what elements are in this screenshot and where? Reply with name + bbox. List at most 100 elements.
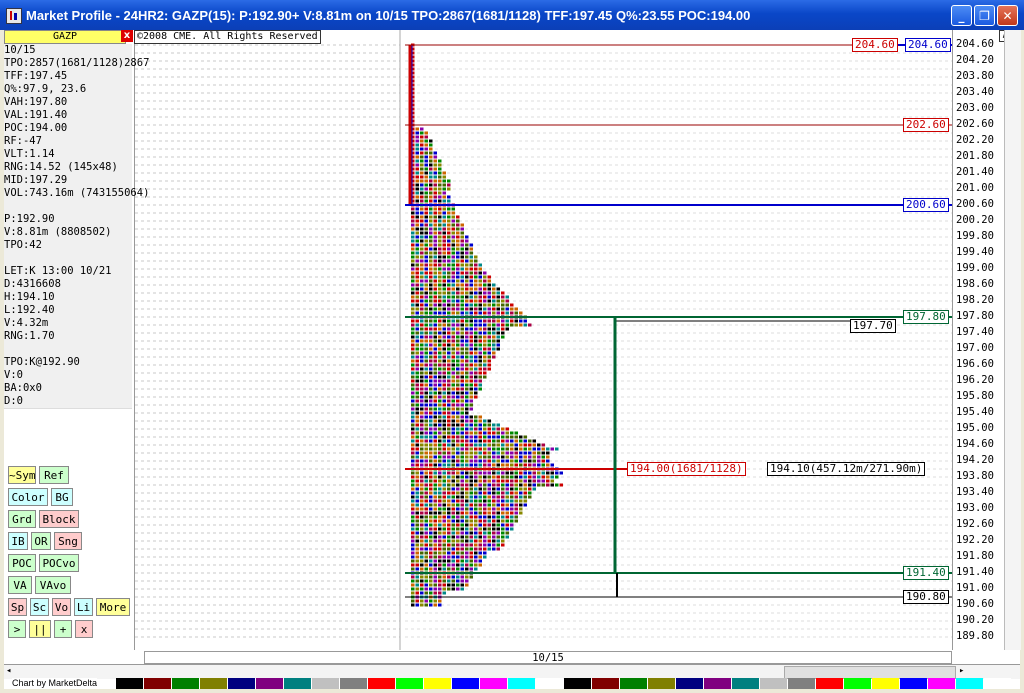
tool-button-[interactable]: +	[54, 620, 72, 638]
color-swatch[interactable]	[564, 678, 591, 689]
color-swatch[interactable]	[956, 678, 983, 689]
symbol-close-icon[interactable]: x	[121, 30, 133, 42]
color-swatch[interactable]	[200, 678, 227, 689]
symbol-box[interactable]: GAZP	[4, 30, 126, 44]
horizontal-scrollbar[interactable]: ◂ ▸	[4, 664, 1020, 679]
tpo-mark	[438, 319, 442, 323]
tpo-mark	[424, 183, 428, 187]
tpo-mark	[465, 303, 469, 307]
tpo-mark	[514, 507, 518, 511]
stat-row: VAH:197.80	[4, 96, 132, 110]
tpo-mark	[523, 319, 527, 323]
color-swatch[interactable]	[648, 678, 675, 689]
color-swatch[interactable]	[368, 678, 395, 689]
color-swatch[interactable]	[620, 678, 647, 689]
tpo-mark	[505, 495, 509, 499]
color-swatch[interactable]	[928, 678, 955, 689]
profile-chart[interactable]	[135, 30, 952, 650]
tool-button-sc[interactable]: Sc	[30, 598, 49, 616]
tpo-mark	[424, 207, 428, 211]
color-swatch[interactable]	[340, 678, 367, 689]
tpo-mark	[469, 255, 473, 259]
tpo-mark	[429, 503, 433, 507]
tpo-mark	[420, 547, 424, 551]
tpo-mark	[429, 147, 433, 151]
scroll-left-icon[interactable]: ◂	[6, 666, 11, 676]
tool-button-ib[interactable]: IB	[8, 532, 28, 550]
restore-button[interactable]: ❐	[974, 5, 995, 26]
tpo-mark	[483, 527, 487, 531]
tpo-mark	[519, 311, 523, 315]
tool-button-or[interactable]: OR	[31, 532, 51, 550]
vertical-scrollbar[interactable]	[1004, 30, 1021, 650]
tool-button-x[interactable]: x	[75, 620, 93, 638]
scroll-right-icon[interactable]: ▸	[959, 666, 964, 676]
color-swatch[interactable]	[984, 678, 1011, 689]
tool-button-color[interactable]: Color	[8, 488, 48, 506]
color-swatch[interactable]	[732, 678, 759, 689]
color-swatch[interactable]	[536, 678, 563, 689]
color-swatch[interactable]	[144, 678, 171, 689]
tpo-mark	[429, 559, 433, 563]
tool-button-pocvo[interactable]: POCvo	[39, 554, 79, 572]
color-swatch[interactable]	[872, 678, 899, 689]
color-swatch[interactable]	[844, 678, 871, 689]
color-swatch[interactable]	[788, 678, 815, 689]
tpo-mark	[415, 171, 419, 175]
tpo-mark	[505, 431, 509, 435]
tpo-mark	[415, 587, 419, 591]
tpo-mark	[465, 583, 469, 587]
color-swatch[interactable]	[256, 678, 283, 689]
tpo-mark	[411, 335, 415, 339]
tpo-mark	[496, 471, 500, 475]
tpo-mark	[438, 591, 442, 595]
tpo-mark	[433, 563, 437, 567]
color-swatch[interactable]	[424, 678, 451, 689]
close-button[interactable]: ✕	[997, 5, 1018, 26]
color-swatch[interactable]	[676, 678, 703, 689]
tpo-mark	[447, 227, 451, 231]
tool-button-sng[interactable]: Sng	[54, 532, 82, 550]
tool-button-poc[interactable]: POC	[8, 554, 36, 572]
tpo-mark	[460, 255, 464, 259]
color-swatch[interactable]	[312, 678, 339, 689]
tpo-mark	[424, 515, 428, 519]
color-swatch[interactable]	[592, 678, 619, 689]
tool-button-vo[interactable]: Vo	[52, 598, 71, 616]
tool-button-li[interactable]: Li	[74, 598, 93, 616]
color-swatch[interactable]	[760, 678, 787, 689]
tpo-mark	[469, 387, 473, 391]
color-swatch[interactable]	[816, 678, 843, 689]
tool-button-[interactable]: ||	[29, 620, 51, 638]
tool-button-more[interactable]: More	[96, 598, 130, 616]
color-swatch[interactable]	[172, 678, 199, 689]
color-swatch[interactable]	[284, 678, 311, 689]
color-swatch[interactable]	[116, 678, 143, 689]
tpo-mark	[474, 499, 478, 503]
color-swatch[interactable]	[508, 678, 535, 689]
tpo-mark	[424, 195, 428, 199]
tpo-mark	[420, 447, 424, 451]
minimize-button[interactable]: _	[951, 5, 972, 26]
color-swatch[interactable]	[396, 678, 423, 689]
tool-button-[interactable]: >	[8, 620, 26, 638]
tool-button-grd[interactable]: Grd	[8, 510, 36, 528]
tool-button-bg[interactable]: BG	[51, 488, 73, 506]
tool-button-vavo[interactable]: VAvo	[35, 576, 71, 594]
tpo-mark	[460, 503, 464, 507]
tpo-mark	[447, 291, 451, 295]
color-swatch[interactable]	[228, 678, 255, 689]
tpo-mark	[424, 239, 428, 243]
color-swatch[interactable]	[480, 678, 507, 689]
tool-button-block[interactable]: Block	[39, 510, 79, 528]
color-swatch[interactable]	[900, 678, 927, 689]
tool-button-va[interactable]: VA	[8, 576, 32, 594]
tpo-mark	[456, 351, 460, 355]
tpo-mark	[429, 335, 433, 339]
color-swatch[interactable]	[452, 678, 479, 689]
tool-button-sp[interactable]: Sp	[8, 598, 27, 616]
color-swatch[interactable]	[704, 678, 731, 689]
tool-button-ref[interactable]: Ref	[39, 466, 69, 484]
tool-button-sym[interactable]: ~Sym	[8, 466, 36, 484]
tpo-mark	[505, 323, 509, 327]
